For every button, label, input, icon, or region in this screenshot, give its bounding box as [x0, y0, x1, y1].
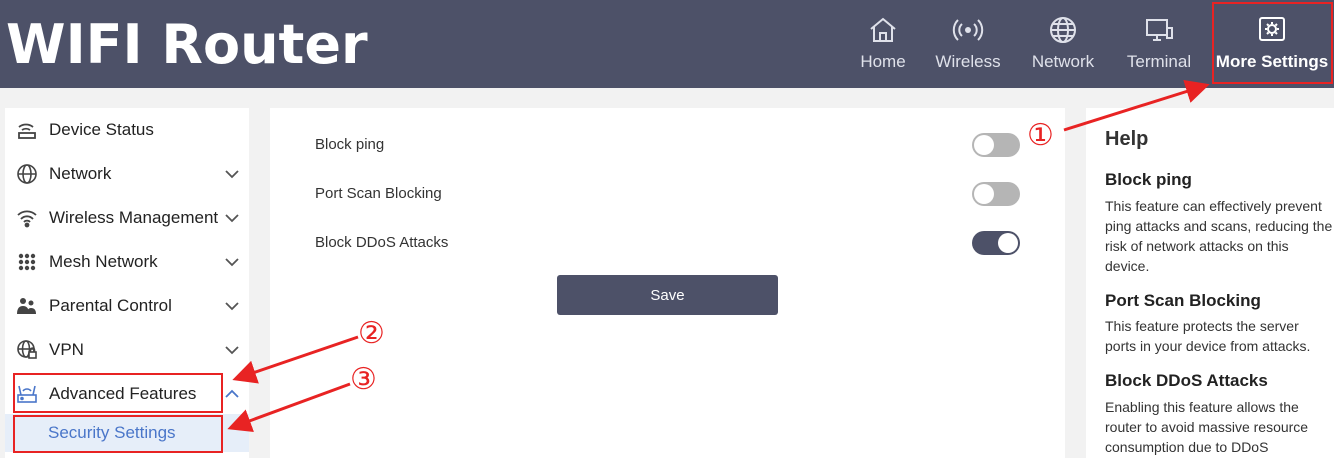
arrow-to-more-settings — [1063, 79, 1210, 132]
annotation-marker-2: ② — [358, 316, 385, 351]
annotation-marker-3: ③ — [350, 362, 377, 397]
arrow-to-security-settings — [227, 382, 351, 433]
arrow-to-advanced-features — [232, 335, 359, 384]
annotation-arrows — [227, 79, 1210, 433]
annotation-marker-1: ① — [1027, 118, 1054, 153]
